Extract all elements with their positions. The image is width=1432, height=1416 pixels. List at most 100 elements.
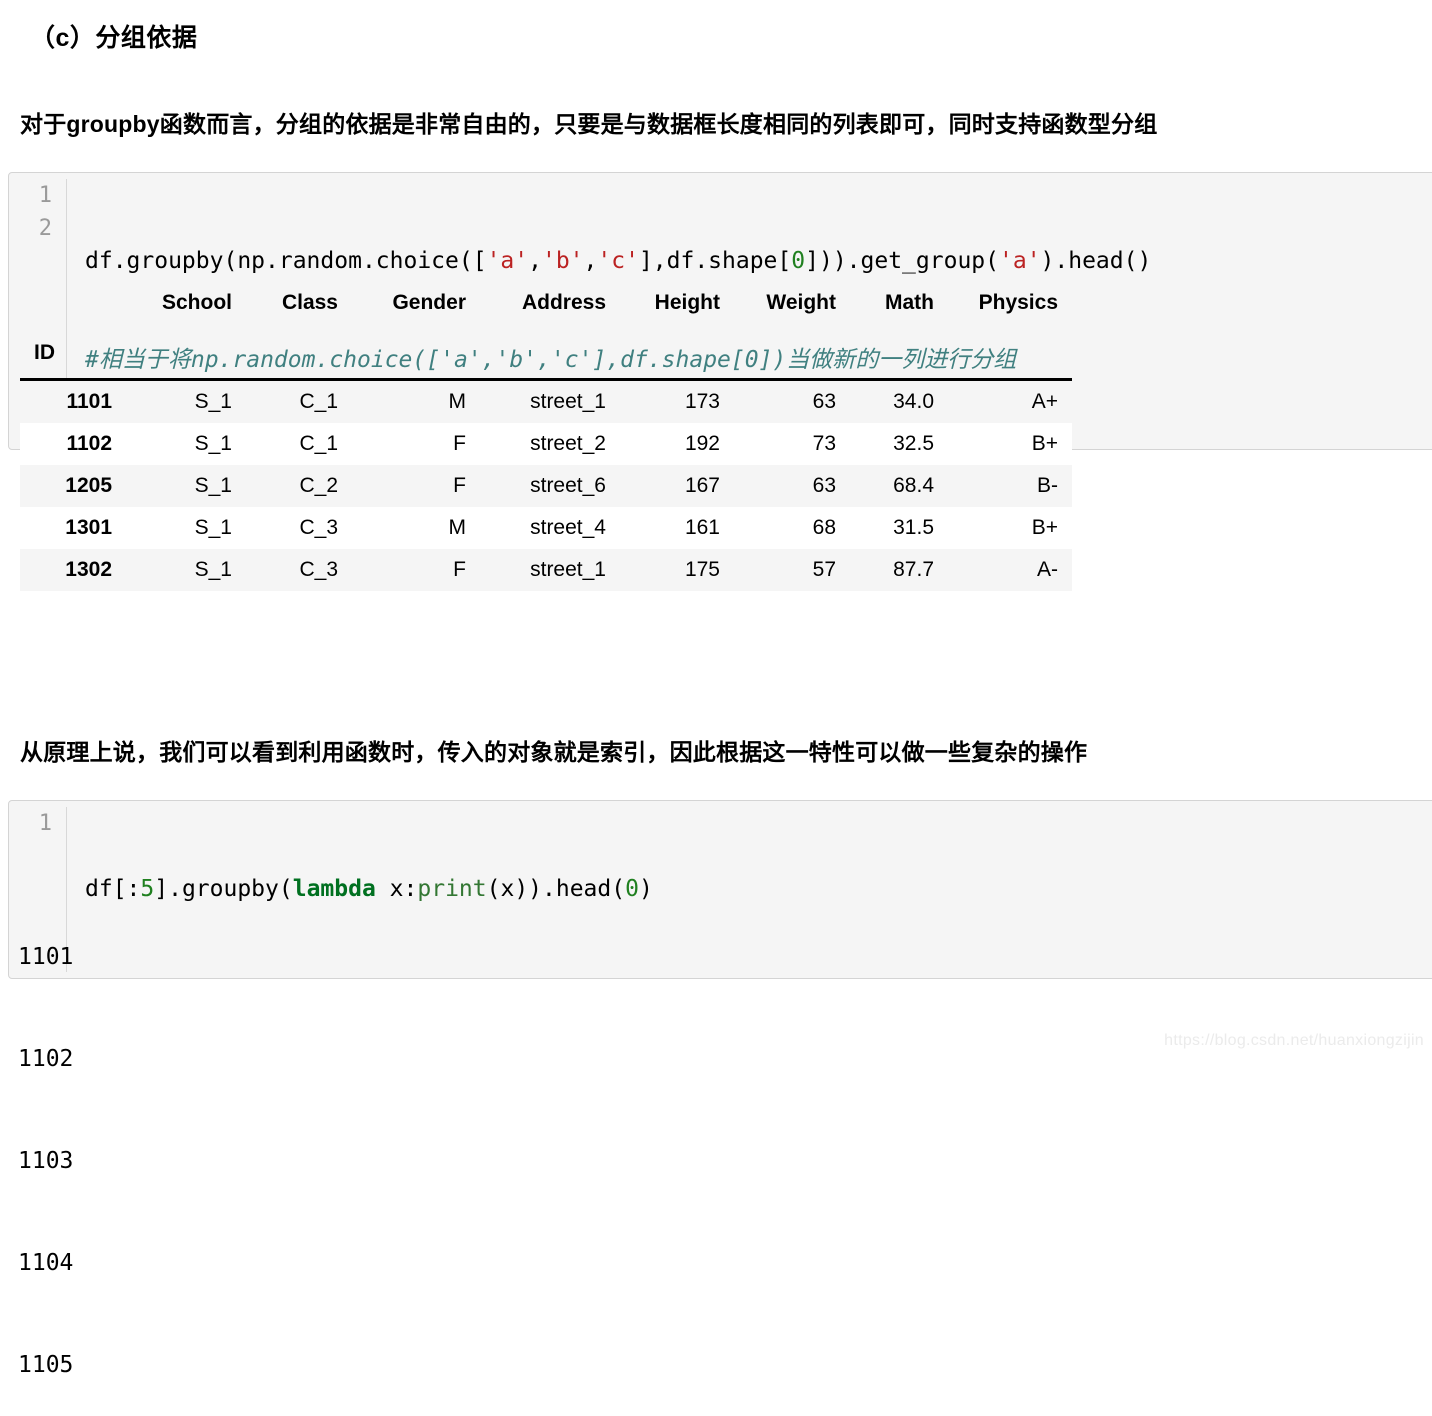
cell-math: 32.5 xyxy=(893,432,934,455)
dataframe-table: School Class Gender Address Height Weigh… xyxy=(20,282,1072,591)
cell-weight: 73 xyxy=(812,432,836,455)
cell-gender: F xyxy=(453,432,466,455)
table-row: 1301 S_1 C_3 M street_4 161 68 31.5 B+ xyxy=(20,507,1072,549)
table-row: 1102 S_1 C_1 F street_2 192 73 32.5 B+ xyxy=(20,423,1072,465)
cell-school: S_1 xyxy=(194,432,232,455)
cell-physics: B+ xyxy=(1031,516,1058,539)
cell-gender: M xyxy=(448,390,467,413)
code-token: x: xyxy=(375,876,418,902)
code-line-1: df.groupby(np.random.choice(['a','b','c'… xyxy=(85,245,1432,278)
cell-math: 34.0 xyxy=(893,390,934,413)
header-blank-corner xyxy=(20,282,126,320)
cell-class: C_2 xyxy=(299,474,338,497)
cell-height: 167 xyxy=(684,474,720,497)
cell-address: street_1 xyxy=(530,390,606,413)
code-token: (x)).head( xyxy=(486,876,626,902)
column-header-school: School xyxy=(161,291,232,314)
cell-school: S_1 xyxy=(194,558,232,581)
index-row-spacer xyxy=(352,320,480,380)
code-token: , xyxy=(528,248,542,274)
stdout-line: 1105 xyxy=(18,1352,74,1378)
cell-weight: 57 xyxy=(812,558,836,581)
index-row-spacer xyxy=(734,320,850,380)
code-line-1: df[:5].groupby(lambda x:print(x)).head(0… xyxy=(85,873,1432,906)
row-index: 1102 xyxy=(66,432,112,455)
page-title: （c）分组依据 xyxy=(30,24,198,52)
table-head: School Class Gender Address Height Weigh… xyxy=(20,282,1072,380)
code-token: ].groupby( xyxy=(154,876,293,902)
code-token: , xyxy=(583,248,598,274)
column-header-height: Height xyxy=(654,291,720,314)
line-number: 1 xyxy=(38,183,52,208)
index-row-spacer xyxy=(126,320,246,380)
table-row: 1101 S_1 C_1 M street_1 173 63 34.0 A+ xyxy=(20,379,1072,423)
cell-weight: 63 xyxy=(812,474,836,497)
line-number: 2 xyxy=(38,216,52,241)
code-token-number: 0 xyxy=(791,248,806,274)
index-row-spacer xyxy=(850,320,948,380)
cell-physics: A+ xyxy=(1031,390,1058,413)
stdout-line: 1103 xyxy=(18,1148,74,1174)
cell-address: street_1 xyxy=(530,558,606,581)
cell-class: C_3 xyxy=(299,558,338,581)
index-row-spacer xyxy=(948,320,1072,380)
cell-math: 68.4 xyxy=(893,474,934,497)
paragraph-lambda-index: 从原理上说，我们可以看到利用函数时，传入的对象就是索引，因此根据这一特性可以做一… xyxy=(20,739,1088,765)
column-header-address: Address xyxy=(521,291,606,314)
index-row-spacer xyxy=(620,320,734,380)
column-header-weight: Weight xyxy=(766,291,836,314)
cell-class: C_1 xyxy=(299,432,338,455)
cell-school: S_1 xyxy=(194,474,232,497)
cell-address: street_2 xyxy=(530,432,606,455)
cell-physics: A- xyxy=(1037,558,1058,581)
code-token: ) xyxy=(638,876,653,902)
cell-height: 192 xyxy=(684,432,720,455)
table-row: 1302 S_1 C_3 F street_1 175 57 87.7 A- xyxy=(20,549,1072,591)
code-token-number: 0 xyxy=(625,876,639,902)
code-token-number: 5 xyxy=(140,876,155,902)
code-block-groupby-lambda-print[interactable]: 1 df[:5].groupby(lambda x:print(x)).head… xyxy=(8,800,1432,979)
code-token-string: 'a' xyxy=(999,248,1041,274)
row-index: 1302 xyxy=(65,558,112,581)
code-token-string: 'c' xyxy=(597,248,639,274)
table-header-row: School Class Gender Address Height Weigh… xyxy=(20,282,1072,320)
cell-gender: M xyxy=(448,516,467,539)
code-token-string: 'b' xyxy=(541,248,584,274)
column-header-physics: Physics xyxy=(978,291,1058,314)
code-token-string: 'a' xyxy=(486,248,529,274)
stdout-line: 1102 xyxy=(18,1046,74,1072)
cell-height: 175 xyxy=(684,558,720,581)
code-token: ).head() xyxy=(1040,248,1152,274)
column-header-gender: Gender xyxy=(392,291,466,314)
table-body: 1101 S_1 C_1 M street_1 173 63 34.0 A+ 1… xyxy=(20,379,1072,591)
cell-height: 161 xyxy=(684,516,720,539)
row-index: 1101 xyxy=(66,390,112,413)
cell-school: S_1 xyxy=(194,516,232,539)
code-token: ])).get_group( xyxy=(805,248,999,274)
cell-weight: 63 xyxy=(812,390,836,413)
table-index-name-row: ID xyxy=(20,320,1072,380)
code-token-keyword: lambda xyxy=(292,876,376,902)
watermark: https://blog.csdn.net/huanxiongzijin xyxy=(1164,1032,1424,1049)
cell-address: street_6 xyxy=(530,474,606,497)
cell-height: 173 xyxy=(684,390,720,413)
index-row-spacer xyxy=(246,320,352,380)
code-token: ],df.shape[ xyxy=(638,248,792,274)
line-number: 1 xyxy=(38,811,52,836)
stdout-line: 1104 xyxy=(18,1250,74,1276)
code-content[interactable]: df[:5].groupby(lambda x:print(x)).head(0… xyxy=(67,807,1432,972)
cell-class: C_3 xyxy=(299,516,338,539)
cell-math: 31.5 xyxy=(893,516,934,539)
code-token: df[: xyxy=(85,876,141,902)
cell-school: S_1 xyxy=(194,390,232,413)
cell-physics: B+ xyxy=(1031,432,1058,455)
cell-physics: B- xyxy=(1037,474,1058,497)
cell-gender: F xyxy=(453,474,466,497)
column-header-class: Class xyxy=(281,291,338,314)
code-token: df.groupby(np.random.choice([ xyxy=(85,248,487,274)
dataframe-output: School Class Gender Address Height Weigh… xyxy=(20,282,1072,591)
index-name-label: ID xyxy=(34,341,55,364)
row-index: 1301 xyxy=(65,516,112,539)
cell-gender: F xyxy=(453,558,466,581)
table-row: 1205 S_1 C_2 F street_6 167 63 68.4 B- xyxy=(20,465,1072,507)
